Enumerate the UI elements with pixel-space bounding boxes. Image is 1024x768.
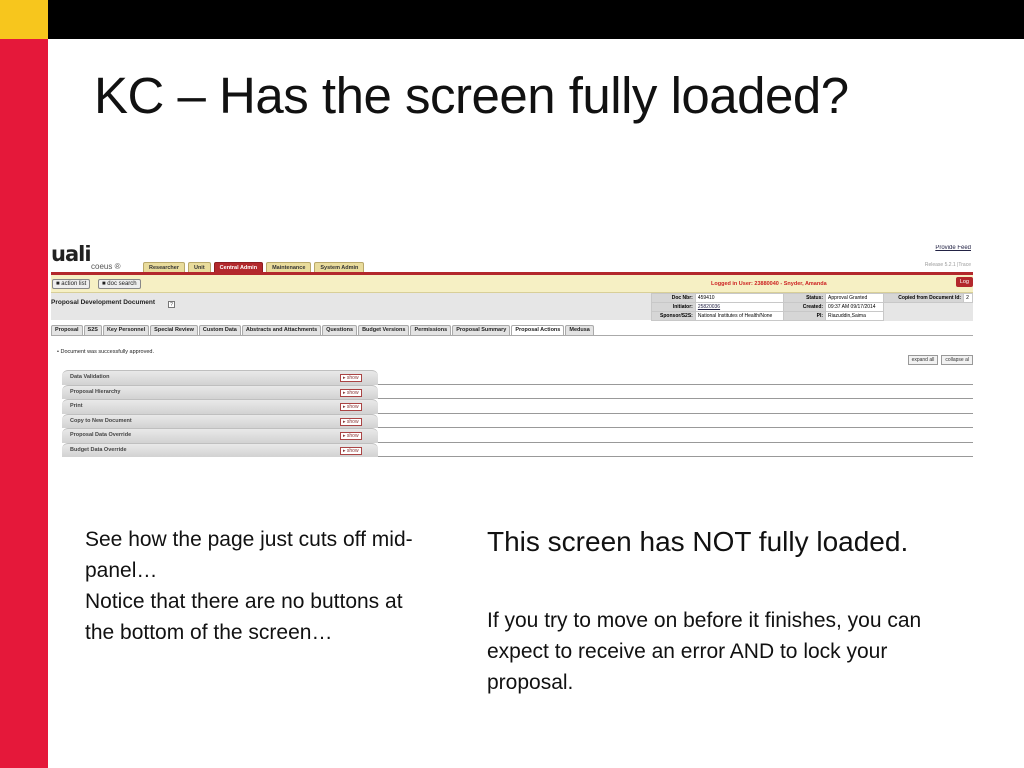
- document-tabs: Proposal S2S Key Personnel Special Revie…: [51, 325, 973, 336]
- doc-search-button[interactable]: ■ doc search: [98, 279, 141, 289]
- note-cut-off: See how the page just cuts off mid-panel…: [85, 528, 413, 582]
- action-list-button[interactable]: ■ action list: [52, 279, 91, 289]
- warning-text: If you try to move on before it finishes…: [487, 609, 922, 694]
- provide-feedback-link[interactable]: Provide Feed: [935, 245, 971, 251]
- show-label: show: [346, 447, 359, 454]
- note-no-buttons: Notice that there are no buttons at the …: [85, 590, 403, 644]
- tab-proposal-actions[interactable]: Proposal Actions: [511, 325, 565, 335]
- empty-cell: [963, 311, 973, 321]
- slide-title: KC – Has the screen fully loaded?: [94, 67, 849, 124]
- kc-screenshot: uali coeus ® Provide Feed Release 5.2.1 …: [51, 245, 973, 459]
- tab-budget-versions[interactable]: Budget Versions: [358, 325, 410, 335]
- help-icon[interactable]: ?: [168, 301, 175, 308]
- show-label: show: [346, 389, 359, 396]
- tab-permissions[interactable]: Permissions: [410, 325, 452, 335]
- tab-key-personnel[interactable]: Key Personnel: [102, 325, 150, 335]
- status-label: Status:: [782, 293, 827, 303]
- copied-from-value: 2: [963, 293, 973, 303]
- panel-proposal-data-override: Proposal Data Override ▸ show: [62, 428, 973, 443]
- logged-in-user: Logged in User: 23880040 - Snyder, Amand…: [711, 281, 827, 287]
- left-note: See how the page just cuts off mid-panel…: [85, 524, 415, 648]
- tab-proposal[interactable]: Proposal: [51, 325, 83, 335]
- tab-custom-data[interactable]: Custom Data: [198, 325, 241, 335]
- action-list-label: action list: [61, 281, 87, 287]
- status-message: • Document was successfully approved.: [57, 349, 155, 355]
- release-text: Release 5.2.1 |Trace: [924, 262, 971, 268]
- logout-button[interactable]: Log: [955, 277, 973, 287]
- panel-print: Print ▸ show: [62, 399, 973, 414]
- document-header: Proposal Development Document ? Doc Nbr:…: [51, 293, 973, 321]
- show-button[interactable]: ▸ show: [340, 417, 362, 426]
- tab-abstracts-attachments[interactable]: Abstracts and Attachments: [241, 325, 322, 335]
- panel-label: Budget Data Override: [70, 446, 127, 453]
- show-label: show: [346, 375, 359, 381]
- empty-cell: [963, 302, 973, 312]
- show-label: show: [346, 404, 359, 410]
- kuali-logo: uali: [51, 245, 92, 266]
- panel-copy-to-new-document: Copy to New Document ▸ show: [62, 413, 973, 428]
- panel-label: Data Validation: [70, 374, 110, 380]
- panel-label: Print: [70, 403, 83, 409]
- panel-divider: [378, 398, 973, 399]
- initiator-label: Initiator:: [651, 302, 696, 312]
- top-black-bar: [0, 0, 1024, 39]
- tab-proposal-summary[interactable]: Proposal Summary: [452, 325, 511, 335]
- collapse-all-button[interactable]: collapse al: [941, 355, 973, 365]
- created-value: 09:37 AM 09/17/2014: [825, 302, 885, 312]
- doc-nbr-label: Doc Nbr:: [651, 293, 696, 303]
- expand-collapse-row: expand all collapse al: [907, 355, 973, 365]
- tab-questions[interactable]: Questions: [322, 325, 358, 335]
- copied-from-label: Copied from Document Id:: [883, 293, 965, 303]
- show-button[interactable]: ▸ show: [340, 388, 362, 397]
- nav-row: ■ action list ■ doc search Logged in Use…: [51, 275, 973, 293]
- empty-cell: [883, 302, 965, 312]
- pi-value: Riazuddin,Saima: [825, 311, 885, 321]
- show-label: show: [346, 418, 359, 425]
- show-button[interactable]: ▸ show: [340, 446, 362, 455]
- panel-divider: [378, 427, 973, 428]
- status-message-text: Document was successfully approved.: [60, 349, 155, 355]
- panel-data-validation: Data Validation ▸ show: [62, 370, 973, 385]
- sponsor-label: Sponsor/S2S:: [651, 311, 696, 321]
- not-loaded-heading: This screen has NOT fully loaded.: [487, 526, 909, 557]
- show-button[interactable]: ▸ show: [340, 374, 362, 382]
- coeus-logo-subtitle: coeus ®: [91, 262, 121, 271]
- doc-nbr-value: 459410: [694, 293, 784, 303]
- panel-budget-data-override: Budget Data Override ▸ show: [62, 442, 973, 457]
- action-panels: Data Validation ▸ show Proposal Hierarch…: [62, 370, 973, 457]
- doc-search-label: doc search: [107, 281, 137, 287]
- created-label: Created:: [782, 302, 827, 312]
- slide: KC – Has the screen fully loaded? uali c…: [0, 0, 1024, 768]
- document-info-table: Doc Nbr: 459410 Status: Approval Granted…: [651, 293, 973, 321]
- tab-s2s[interactable]: S2S: [83, 325, 102, 335]
- panel-divider: [378, 441, 973, 443]
- panel-label: Copy to New Document: [70, 417, 132, 424]
- empty-cell: [883, 311, 965, 321]
- corner-yellow-block: [0, 0, 48, 39]
- show-button[interactable]: ▸ show: [340, 432, 362, 440]
- expand-all-button[interactable]: expand all: [907, 355, 939, 365]
- document-title: Proposal Development Document: [51, 299, 156, 306]
- panel-label: Proposal Hierarchy: [70, 388, 121, 395]
- pi-label: PI:: [782, 311, 827, 321]
- side-red-bar: [0, 39, 48, 768]
- tab-medusa[interactable]: Medusa: [565, 325, 594, 335]
- initiator-link[interactable]: 25820036: [694, 302, 784, 312]
- panel-divider: [378, 412, 973, 414]
- sponsor-value: National Institutes of Health/None: [694, 311, 784, 321]
- tab-special-review[interactable]: Special Review: [150, 325, 198, 335]
- show-button[interactable]: ▸ show: [340, 403, 362, 411]
- panel-proposal-hierarchy: Proposal Hierarchy ▸ show: [62, 384, 973, 399]
- panel-divider: [378, 383, 973, 385]
- show-label: show: [346, 433, 359, 439]
- panel-divider: [378, 456, 973, 457]
- status-value: Approval Granted: [825, 293, 885, 303]
- panel-label: Proposal Data Override: [70, 432, 132, 438]
